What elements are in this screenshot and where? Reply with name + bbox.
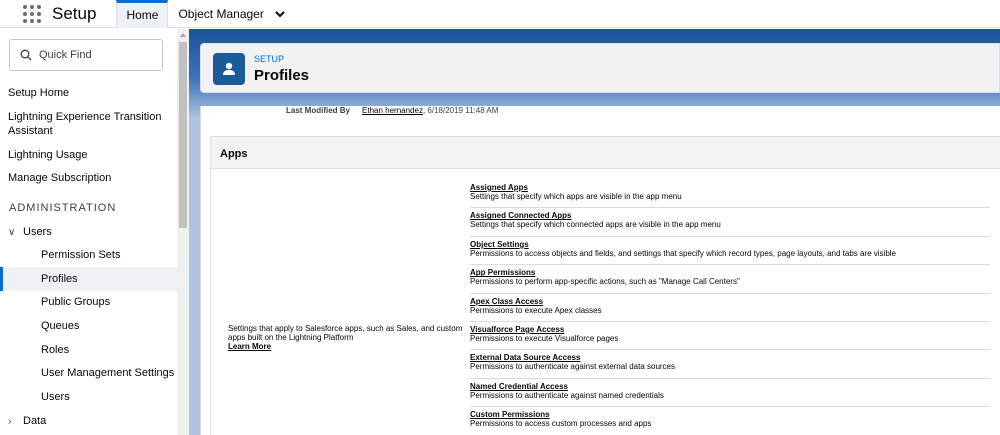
last-modified: Last Modified By Ethan hernandez, 6/18/20… — [286, 106, 498, 115]
app-permissions-link[interactable]: App Permissions — [470, 268, 990, 277]
sidebar-scrollbar[interactable] — [177, 29, 189, 435]
content-panel: Last Modified By Ethan hernandez, 6/18/20… — [200, 106, 1000, 435]
visualforce-page-access-link[interactable]: Visualforce Page Access — [470, 325, 990, 334]
learn-more-link[interactable]: Learn More — [228, 342, 463, 351]
quick-find[interactable] — [9, 39, 163, 71]
list-item: External Data Source Access Permissions t… — [470, 350, 990, 379]
apps-body: Settings that apply to Salesforce apps, … — [211, 169, 1000, 435]
apps-section: Apps Settings that apply to Salesforce a… — [210, 136, 1000, 435]
named-credential-access-desc: Permissions to authenticate against name… — [470, 390, 664, 400]
last-modified-label: Last Modified By — [286, 106, 351, 115]
list-item: Custom Permissions Permissions to access … — [470, 407, 990, 435]
app-permissions-desc: Permissions to perform app-specific acti… — [470, 277, 740, 287]
list-item: Assigned Connected Apps Settings that spe… — [470, 208, 990, 237]
sidebar-item-manage-subscription[interactable]: Manage Subscription — [8, 171, 173, 185]
page-header: SETUP Profiles — [200, 43, 1000, 93]
list-item: Apex Class Access Permissions to execute … — [470, 294, 990, 322]
list-item: Object Settings Permissions to access obj… — [470, 237, 990, 266]
custom-permissions-link[interactable]: Custom Permissions — [470, 410, 990, 419]
page-title: Profiles — [254, 67, 310, 84]
quick-find-input[interactable] — [39, 49, 159, 61]
scrollbar-thumb[interactable] — [179, 42, 187, 228]
tab-object-manager-label: Object Manager — [178, 6, 264, 21]
external-data-source-access-link[interactable]: External Data Source Access — [470, 353, 990, 362]
breadcrumb[interactable]: SETUP — [254, 54, 284, 64]
assigned-apps-link[interactable]: Assigned Apps — [470, 183, 990, 192]
sidebar-group-users[interactable]: ∨ Users — [8, 225, 173, 240]
assigned-connected-apps-link[interactable]: Assigned Connected Apps — [470, 211, 990, 220]
app-name: Setup — [52, 4, 97, 23]
setup-sidebar: Setup Home Lightning Experience Transiti… — [0, 29, 177, 435]
object-settings-link[interactable]: Object Settings — [470, 240, 990, 249]
sidebar-item-lightning-transition[interactable]: Lightning Experience Transition Assistan… — [8, 110, 173, 138]
sidebar-group-data-label: Data — [23, 415, 47, 427]
permissions-list: Assigned Apps Settings that specify which… — [470, 180, 990, 435]
app-launcher-icon[interactable] — [22, 4, 42, 24]
custom-permissions-desc: Permissions to access custom processes a… — [470, 419, 652, 429]
sidebar-item-setup-home[interactable]: Setup Home — [8, 86, 173, 100]
tab-object-manager[interactable]: Object Manager — [168, 0, 296, 28]
apex-class-access-desc: Permissions to execute Apex classes — [470, 305, 602, 315]
last-modified-date: , 6/18/2019 11:48 AM — [422, 106, 499, 115]
sidebar-active-indicator — [0, 267, 177, 291]
user-profile-icon — [213, 53, 245, 85]
object-settings-desc: Permissions to access objects and fields… — [470, 248, 896, 258]
named-credential-access-link[interactable]: Named Credential Access — [470, 382, 990, 391]
sidebar-item-roles[interactable]: Roles — [41, 344, 69, 356]
section-administration: ADMINISTRATION — [9, 202, 117, 214]
assigned-connected-apps-desc: Settings that specify which connected ap… — [470, 220, 721, 230]
apps-description-text: Settings that apply to Salesforce apps, … — [228, 324, 463, 342]
global-header: Setup Home Object Manager — [0, 0, 1000, 28]
visualforce-page-access-desc: Permissions to execute Visualforce pages — [470, 333, 619, 343]
sidebar-group-users-label: Users — [23, 226, 52, 238]
scroll-up-arrow-icon[interactable] — [180, 33, 186, 37]
list-item: App Permissions Permissions to perform ap… — [470, 265, 990, 294]
sidebar-item-permission-sets[interactable]: Permission Sets — [41, 249, 120, 261]
list-item: Assigned Apps Settings that specify which… — [470, 180, 990, 209]
sidebar-item-users[interactable]: Users — [41, 391, 70, 403]
list-item: Visualforce Page Access Permissions to ex… — [470, 322, 990, 351]
tab-home[interactable]: Home — [116, 0, 169, 28]
sidebar-item-lightning-usage[interactable]: Lightning Usage — [8, 148, 173, 162]
apps-description: Settings that apply to Salesforce apps, … — [228, 324, 463, 351]
apps-heading: Apps — [211, 137, 1000, 169]
sidebar-group-data[interactable]: › Data — [8, 414, 173, 429]
chevron-right-icon: › — [8, 416, 12, 427]
sidebar-item-user-management-settings[interactable]: User Management Settings — [41, 367, 174, 379]
assigned-apps-desc: Settings that specify which apps are vis… — [470, 192, 682, 201]
apex-class-access-link[interactable]: Apex Class Access — [470, 297, 990, 306]
last-modified-user-link[interactable]: Ethan hernandez — [362, 106, 423, 115]
list-item: Named Credential Access Permissions to au… — [470, 379, 990, 408]
chevron-down-icon[interactable] — [273, 7, 287, 21]
sidebar-item-queues[interactable]: Queues — [41, 320, 80, 332]
sidebar-item-public-groups[interactable]: Public Groups — [41, 296, 110, 308]
search-icon — [20, 49, 32, 61]
chevron-down-icon: ∨ — [8, 227, 16, 238]
external-data-source-access-desc: Permissions to authenticate against exte… — [470, 362, 676, 372]
sidebar-item-profiles[interactable]: Profiles — [41, 273, 78, 285]
